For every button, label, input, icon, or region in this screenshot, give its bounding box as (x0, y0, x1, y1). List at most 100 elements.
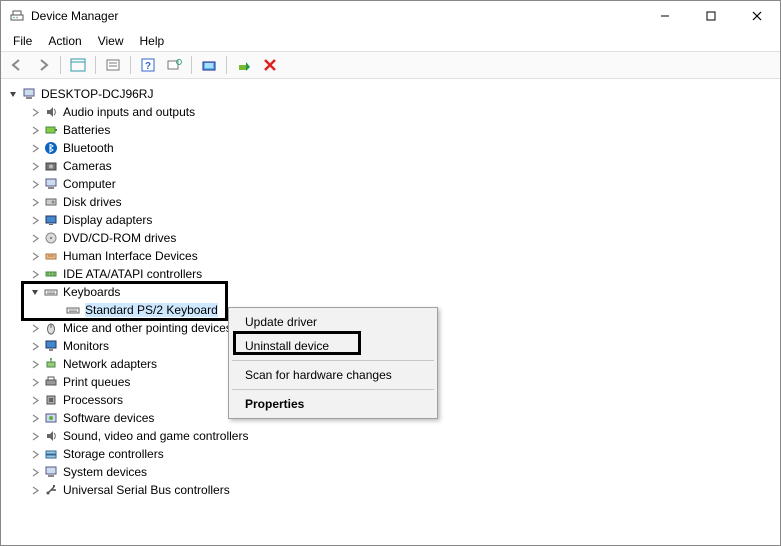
tree-category-row[interactable]: Batteries (1, 121, 780, 139)
close-button[interactable] (734, 1, 780, 31)
chevron-down-icon[interactable] (7, 88, 19, 100)
tree-category-row[interactable]: DVD/CD-ROM drives (1, 229, 780, 247)
category-label: Human Interface Devices (63, 249, 198, 263)
category-label: Sound, video and game controllers (63, 429, 248, 443)
menubar: File Action View Help (1, 31, 780, 51)
context-menu: Update driver Uninstall device Scan for … (228, 307, 438, 419)
minimize-button[interactable] (642, 1, 688, 31)
keyboard-icon (65, 302, 81, 318)
tree-category-row[interactable]: Audio inputs and outputs (1, 103, 780, 121)
chevron-right-icon[interactable] (29, 412, 41, 424)
category-icon (43, 194, 59, 210)
chevron-right-icon[interactable] (29, 430, 41, 442)
chevron-down-icon[interactable] (29, 286, 41, 298)
chevron-right-icon[interactable] (29, 124, 41, 136)
category-icon (43, 356, 59, 372)
tree-category-row[interactable]: Computer (1, 175, 780, 193)
category-label: IDE ATA/ATAPI controllers (63, 267, 202, 281)
chevron-right-icon[interactable] (29, 214, 41, 226)
chevron-right-icon[interactable] (29, 178, 41, 190)
device-label: Standard PS/2 Keyboard (85, 303, 218, 317)
tree-category-row[interactable]: Bluetooth (1, 139, 780, 157)
menu-view[interactable]: View (90, 32, 132, 50)
chevron-right-icon[interactable] (29, 322, 41, 334)
chevron-right-icon[interactable] (29, 484, 41, 496)
tree-category-row[interactable]: Keyboards (1, 283, 780, 301)
chevron-right-icon[interactable] (29, 466, 41, 478)
category-icon (43, 104, 59, 120)
chevron-right-icon[interactable] (29, 376, 41, 388)
tree-root-row[interactable]: DESKTOP-DCJ96RJ (1, 85, 780, 103)
menu-help[interactable]: Help (132, 32, 173, 50)
chevron-right-icon[interactable] (29, 142, 41, 154)
update-driver-button[interactable] (197, 54, 221, 76)
menu-action[interactable]: Action (40, 32, 89, 50)
context-update-driver[interactable]: Update driver (231, 310, 435, 334)
chevron-right-icon[interactable] (29, 448, 41, 460)
tree-category-row[interactable]: Display adapters (1, 211, 780, 229)
category-label: Software devices (63, 411, 154, 425)
properties-button[interactable] (101, 54, 125, 76)
category-icon (43, 212, 59, 228)
chevron-right-icon[interactable] (29, 340, 41, 352)
maximize-button[interactable] (688, 1, 734, 31)
chevron-right-icon[interactable] (29, 196, 41, 208)
tree-category-row[interactable]: Cameras (1, 157, 780, 175)
menu-file[interactable]: File (5, 32, 40, 50)
category-label: DVD/CD-ROM drives (63, 231, 176, 245)
context-properties[interactable]: Properties (231, 392, 435, 416)
svg-text:?: ? (145, 61, 151, 72)
category-label: Display adapters (63, 213, 152, 227)
enable-device-button[interactable] (232, 54, 256, 76)
category-icon (43, 230, 59, 246)
category-icon (43, 464, 59, 480)
show-hide-tree-button[interactable] (66, 54, 90, 76)
chevron-right-icon[interactable] (29, 268, 41, 280)
category-icon (43, 410, 59, 426)
category-label: Keyboards (63, 285, 120, 299)
tree-category-row[interactable]: IDE ATA/ATAPI controllers (1, 265, 780, 283)
chevron-right-icon[interactable] (29, 232, 41, 244)
category-label: Audio inputs and outputs (63, 105, 195, 119)
category-icon (43, 122, 59, 138)
tree-category-row[interactable]: Storage controllers (1, 445, 780, 463)
help-button[interactable]: ? (136, 54, 160, 76)
category-icon (43, 248, 59, 264)
chevron-right-icon[interactable] (29, 160, 41, 172)
tree-root-label: DESKTOP-DCJ96RJ (41, 87, 153, 101)
category-label: Print queues (63, 375, 130, 389)
category-label: System devices (63, 465, 147, 479)
menu-separator (232, 360, 434, 361)
context-uninstall-device[interactable]: Uninstall device (231, 334, 435, 358)
tree-category-row[interactable]: Disk drives (1, 193, 780, 211)
forward-button[interactable] (31, 54, 55, 76)
category-label: Universal Serial Bus controllers (63, 483, 230, 497)
context-scan-hardware[interactable]: Scan for hardware changes (231, 363, 435, 387)
toolbar: ? (1, 51, 780, 79)
category-icon (43, 392, 59, 408)
category-label: Network adapters (63, 357, 157, 371)
chevron-right-icon[interactable] (29, 394, 41, 406)
tree-category-row[interactable]: Universal Serial Bus controllers (1, 481, 780, 499)
computer-icon (21, 86, 37, 102)
chevron-right-icon[interactable] (29, 358, 41, 370)
uninstall-device-button[interactable] (258, 54, 282, 76)
category-label: Bluetooth (63, 141, 114, 155)
tree-category-row[interactable]: Human Interface Devices (1, 247, 780, 265)
category-icon (43, 446, 59, 462)
category-label: Processors (63, 393, 123, 407)
category-label: Mice and other pointing devices (63, 321, 232, 335)
tree-category-row[interactable]: System devices (1, 463, 780, 481)
chevron-right-icon[interactable] (29, 250, 41, 262)
device-manager-icon (9, 8, 25, 24)
category-label: Monitors (63, 339, 109, 353)
back-button[interactable] (5, 54, 29, 76)
tree-category-row[interactable]: Sound, video and game controllers (1, 427, 780, 445)
category-icon (43, 482, 59, 498)
chevron-right-icon[interactable] (29, 106, 41, 118)
category-label: Batteries (63, 123, 110, 137)
menu-separator (232, 389, 434, 390)
scan-hardware-button[interactable] (162, 54, 186, 76)
titlebar: Device Manager (1, 1, 780, 31)
category-icon (43, 284, 59, 300)
